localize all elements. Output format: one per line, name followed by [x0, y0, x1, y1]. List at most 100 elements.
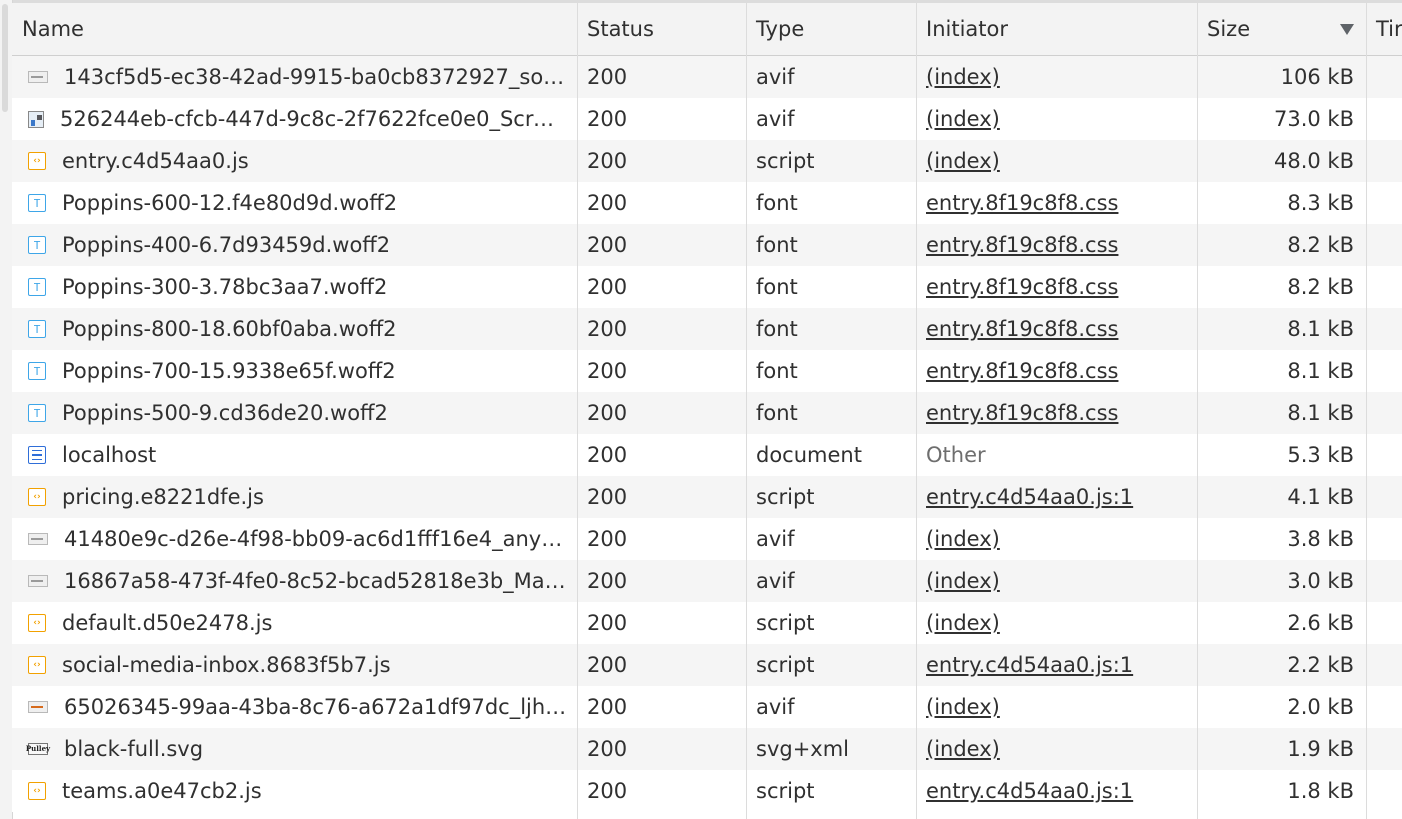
- sort-descending-icon: [1340, 23, 1354, 35]
- cell-initiator[interactable]: (index): [916, 140, 1197, 182]
- table-row[interactable]: Pulley black-full.svg 200 svg+xml (index) 1.9…: [12, 728, 1402, 770]
- cell-initiator[interactable]: entry.c4d54aa0.js:1: [916, 476, 1197, 518]
- cell-initiator[interactable]: entry.8f19c8f8.css: [916, 392, 1197, 434]
- column-header-initiator[interactable]: Initiator: [916, 3, 1197, 55]
- initiator-link[interactable]: (index): [926, 107, 1000, 131]
- cell-initiator[interactable]: entry.c4d54aa0.js:1: [916, 644, 1197, 686]
- initiator-link[interactable]: entry.8f19c8f8.css: [926, 275, 1118, 299]
- cell-time: [1366, 308, 1402, 350]
- column-divider[interactable]: [916, 0, 917, 819]
- request-name: black-full.svg: [64, 737, 204, 761]
- cell-name[interactable]: ‹› social-media-inbox.8683f5b7.js: [12, 644, 577, 686]
- column-header-time[interactable]: Tir: [1366, 3, 1402, 55]
- cell-initiator[interactable]: entry.8f19c8f8.css: [916, 308, 1197, 350]
- column-header-size[interactable]: Size: [1197, 3, 1366, 55]
- cell-name[interactable]: ‹› pricing.e8221dfe.js: [12, 476, 577, 518]
- cell-name[interactable]: T Poppins-700-15.9338e65f.woff2: [12, 350, 577, 392]
- cell-time: [1366, 434, 1402, 476]
- cell-size: 106 kB: [1197, 56, 1366, 98]
- cell-initiator[interactable]: (index): [916, 686, 1197, 728]
- cell-name[interactable]: 65026345-99aa-43ba-8c76-a672a1df97dc_ljh…: [12, 686, 577, 728]
- request-status: 200: [587, 485, 628, 509]
- initiator-link[interactable]: entry.c4d54aa0.js:1: [926, 653, 1133, 677]
- column-divider[interactable]: [746, 0, 747, 819]
- initiator-link[interactable]: entry.c4d54aa0.js:1: [926, 485, 1133, 509]
- column-header-name[interactable]: Name: [12, 3, 577, 55]
- cell-initiator[interactable]: (index): [916, 560, 1197, 602]
- column-header-size-label: Size: [1207, 17, 1251, 41]
- cell-name[interactable]: T Poppins-300-3.78bc3aa7.woff2: [12, 266, 577, 308]
- table-row[interactable]: T Poppins-300-3.78bc3aa7.woff2 200 font entr…: [12, 266, 1402, 308]
- initiator-link[interactable]: entry.8f19c8f8.css: [926, 359, 1118, 383]
- cell-name[interactable]: Pulley black-full.svg: [12, 728, 577, 770]
- cell-name[interactable]: T Poppins-500-9.cd36de20.woff2: [12, 392, 577, 434]
- cell-initiator[interactable]: entry.8f19c8f8.css: [916, 350, 1197, 392]
- column-divider[interactable]: [1366, 0, 1367, 819]
- initiator-link[interactable]: (index): [926, 569, 1000, 593]
- cell-name[interactable]: T Poppins-400-6.7d93459d.woff2: [12, 224, 577, 266]
- table-row[interactable]: 65026345-99aa-43ba-8c76-a672a1df97dc_ljh…: [12, 686, 1402, 728]
- initiator-link[interactable]: (index): [926, 65, 1000, 89]
- column-header-status[interactable]: Status: [577, 3, 746, 55]
- initiator-link[interactable]: (index): [926, 695, 1000, 719]
- table-row[interactable]: 526244eb-cfcb-447d-9c8c-2f7622fce0e0_Scr…: [12, 98, 1402, 140]
- table-row[interactable]: ‹› default.d50e2478.js 200 script (index) 2.6…: [12, 602, 1402, 644]
- table-row[interactable]: T Poppins-700-15.9338e65f.woff2 200 font ent…: [12, 350, 1402, 392]
- cell-initiator[interactable]: (index): [916, 98, 1197, 140]
- request-status: 200: [587, 317, 628, 341]
- table-row[interactable]: T Poppins-500-9.cd36de20.woff2 200 font entr…: [12, 392, 1402, 434]
- cell-name[interactable]: T Poppins-800-18.60bf0aba.woff2: [12, 308, 577, 350]
- initiator-link[interactable]: (index): [926, 149, 1000, 173]
- cell-name[interactable]: 41480e9c-d26e-4f98-bb09-ac6d1fff16e4_any…: [12, 518, 577, 560]
- image-thumbnail-icon: [28, 533, 48, 545]
- cell-name[interactable]: T Poppins-600-12.f4e80d9d.woff2: [12, 182, 577, 224]
- table-row[interactable]: ‹› entry.c4d54aa0.js 200 script (index) 48.0 …: [12, 140, 1402, 182]
- cell-initiator[interactable]: entry.8f19c8f8.css: [916, 224, 1197, 266]
- initiator-link[interactable]: entry.8f19c8f8.css: [926, 191, 1118, 215]
- table-row[interactable]: 16867a58-473f-4fe0-8c52-bcad52818e3b_Ma……: [12, 560, 1402, 602]
- cell-initiator[interactable]: (index): [916, 602, 1197, 644]
- table-row[interactable]: localhost 200 document Other 5.3 kB: [12, 434, 1402, 476]
- cell-name[interactable]: ‹› default.d50e2478.js: [12, 602, 577, 644]
- cell-name[interactable]: localhost: [12, 434, 577, 476]
- initiator-link[interactable]: (index): [926, 611, 1000, 635]
- table-row[interactable]: ‹› social-media-inbox.8683f5b7.js 200 scrip…: [12, 644, 1402, 686]
- request-status: 200: [587, 443, 628, 467]
- scrollbar-thumb[interactable]: [2, 4, 8, 112]
- cell-status: 200: [577, 560, 746, 602]
- cell-name[interactable]: 143cf5d5-ec38-42ad-9915-ba0cb8372927_so…: [12, 56, 577, 98]
- image-thumbnail-icon: [28, 701, 48, 713]
- cell-name[interactable]: ‹› entry.c4d54aa0.js: [12, 140, 577, 182]
- cell-initiator[interactable]: (index): [916, 518, 1197, 560]
- table-row[interactable]: ‹› teams.a0e47cb2.js 200 script entry.c4d54a…: [12, 770, 1402, 812]
- cell-name[interactable]: 16867a58-473f-4fe0-8c52-bcad52818e3b_Ma…: [12, 560, 577, 602]
- cell-initiator[interactable]: entry.c4d54aa0.js:1: [916, 770, 1197, 812]
- initiator-link[interactable]: entry.8f19c8f8.css: [926, 317, 1118, 341]
- table-row[interactable]: T Poppins-800-18.60bf0aba.woff2 200 font ent…: [12, 308, 1402, 350]
- table-row[interactable]: 143cf5d5-ec38-42ad-9915-ba0cb8372927_so……: [12, 56, 1402, 98]
- initiator-link[interactable]: entry.8f19c8f8.css: [926, 401, 1118, 425]
- request-name: localhost: [62, 443, 157, 467]
- table-row[interactable]: ‹› pricing.e8221dfe.js 200 script entry.c4d5…: [12, 476, 1402, 518]
- cell-status: 200: [577, 728, 746, 770]
- cell-name[interactable]: 526244eb-cfcb-447d-9c8c-2f7622fce0e0_Scr…: [12, 98, 577, 140]
- column-divider[interactable]: [577, 0, 578, 819]
- request-size: 8.1 kB: [1287, 401, 1354, 425]
- cell-type: font: [746, 350, 916, 392]
- table-row[interactable]: 41480e9c-d26e-4f98-bb09-ac6d1fff16e4_any…: [12, 518, 1402, 560]
- cell-initiator[interactable]: (index): [916, 56, 1197, 98]
- cell-initiator[interactable]: entry.8f19c8f8.css: [916, 266, 1197, 308]
- cell-initiator[interactable]: entry.8f19c8f8.css: [916, 182, 1197, 224]
- column-header-type[interactable]: Type: [746, 3, 916, 55]
- cell-initiator[interactable]: (index): [916, 728, 1197, 770]
- initiator-link[interactable]: entry.c4d54aa0.js:1: [926, 779, 1133, 803]
- table-row[interactable]: T Poppins-600-12.f4e80d9d.woff2 200 font ent…: [12, 182, 1402, 224]
- cell-name[interactable]: ‹› teams.a0e47cb2.js: [12, 770, 577, 812]
- table-row[interactable]: T Poppins-400-6.7d93459d.woff2 200 font entr…: [12, 224, 1402, 266]
- column-divider[interactable]: [1197, 0, 1198, 819]
- font-file-icon: T: [28, 404, 46, 422]
- initiator-link[interactable]: (index): [926, 527, 1000, 551]
- initiator-link[interactable]: entry.8f19c8f8.css: [926, 233, 1118, 257]
- request-type: avif: [756, 65, 795, 89]
- initiator-link[interactable]: (index): [926, 737, 1000, 761]
